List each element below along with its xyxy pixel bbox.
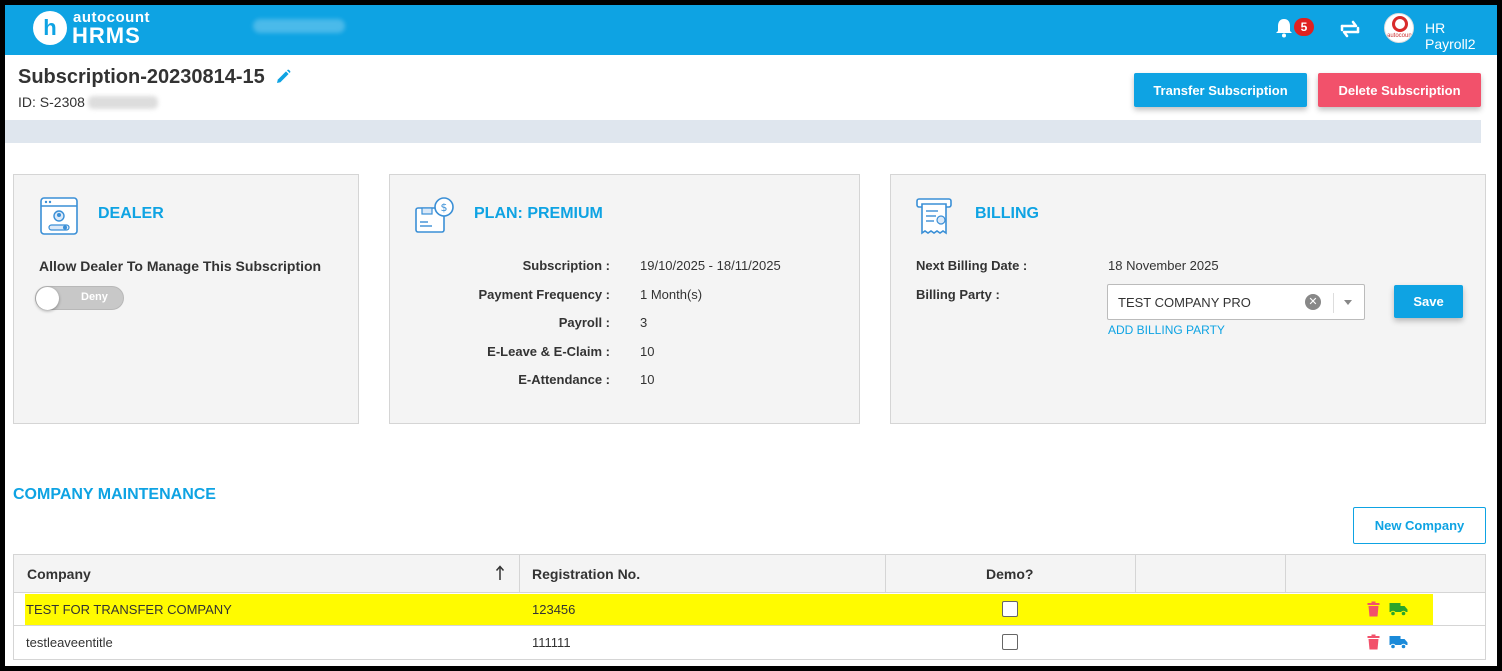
- new-company-button[interactable]: New Company: [1353, 507, 1486, 544]
- plan-frequency-value: 1 Month(s): [640, 287, 703, 302]
- avatar[interactable]: autocount: [1384, 13, 1414, 43]
- table-row[interactable]: TEST FOR TRANSFER COMPANY 123456: [14, 593, 1485, 626]
- subscription-id-redacted: [88, 96, 158, 109]
- toggle-state-text: Deny: [81, 291, 108, 303]
- plan-eleave-value: 10: [640, 344, 655, 359]
- billing-party-selected: TEST COMPANY PRO: [1118, 295, 1251, 310]
- header-divider: [5, 120, 1481, 143]
- logo-icon[interactable]: h: [33, 11, 67, 45]
- notification-badge: 5: [1294, 18, 1314, 36]
- column-divider: [1135, 555, 1136, 593]
- select-separator: [1333, 293, 1334, 313]
- demo-checkbox[interactable]: [1002, 601, 1018, 617]
- plan-frequency-label: Payment Frequency :: [478, 287, 611, 302]
- avatar-logo-icon: [1392, 16, 1408, 32]
- plan-billing-icon: $: [415, 197, 454, 233]
- page-title: Subscription-20230814-15: [18, 66, 265, 88]
- plan-payroll-label: Payroll :: [558, 315, 610, 330]
- table-header: Company Registration No. Demo?: [14, 555, 1485, 593]
- billing-party-label: Billing Party :: [916, 287, 1000, 302]
- chevron-down-icon[interactable]: [1344, 300, 1352, 305]
- plan-card: $ PLAN: PREMIUM Subscription : 19/10/202…: [389, 174, 860, 424]
- plan-subscription-value: 19/10/2025 - 18/11/2025: [640, 258, 781, 273]
- svg-text:$: $: [441, 201, 448, 214]
- dealer-title: DEALER: [98, 205, 164, 222]
- column-header-registration[interactable]: Registration No.: [532, 555, 640, 593]
- row-highlight: [25, 594, 1433, 625]
- bell-icon[interactable]: [1274, 17, 1294, 39]
- save-button[interactable]: Save: [1394, 285, 1463, 318]
- column-header-company[interactable]: Company: [27, 555, 91, 593]
- add-billing-party-link[interactable]: ADD BILLING PARTY: [1108, 323, 1225, 337]
- billing-title: BILLING: [975, 205, 1039, 222]
- column-divider: [519, 555, 520, 593]
- toggle-knob: [36, 287, 59, 310]
- sort-ascending-icon[interactable]: [494, 564, 506, 582]
- allow-dealer-toggle[interactable]: Deny: [35, 286, 124, 310]
- plan-eattendance-label: E-Attendance :: [518, 372, 610, 387]
- clear-icon[interactable]: ✕: [1305, 294, 1321, 310]
- company-name-redacted: [253, 19, 345, 33]
- logo-product: HRMS: [72, 23, 141, 48]
- username[interactable]: HR Payroll2: [1425, 20, 1497, 52]
- company-maintenance-title: COMPANY MAINTENANCE: [13, 486, 216, 503]
- plan-eleave-label: E-Leave & E-Claim :: [487, 344, 610, 359]
- pencil-icon[interactable]: [275, 69, 291, 85]
- trash-icon[interactable]: [1367, 634, 1380, 650]
- next-billing-date-value: 18 November 2025: [1108, 258, 1219, 273]
- column-divider: [1285, 555, 1286, 593]
- table-row[interactable]: testleaveentitle 111111: [14, 626, 1485, 659]
- plan-eattendance-value: 10: [640, 372, 655, 387]
- company-name-cell: TEST FOR TRANSFER COMPANY: [26, 602, 232, 617]
- subscription-id: ID: S-2308: [18, 94, 85, 110]
- trash-icon[interactable]: [1367, 601, 1380, 617]
- top-navigation-bar: h autocount HRMS 5 autocount HR Payroll2: [5, 5, 1497, 55]
- next-billing-date-label: Next Billing Date :: [916, 258, 1028, 273]
- company-table: Company Registration No. Demo? TEST FOR …: [13, 554, 1486, 660]
- app-frame: h autocount HRMS 5 autocount HR Payroll2…: [5, 5, 1497, 666]
- dealer-card: DEALER Allow Dealer To Manage This Subsc…: [13, 174, 359, 424]
- registration-cell: 111111: [532, 635, 571, 650]
- allow-dealer-label: Allow Dealer To Manage This Subscription: [39, 258, 322, 274]
- billing-card: BILLING Next Billing Date : 18 November …: [890, 174, 1486, 424]
- avatar-brand: autocount: [1387, 33, 1414, 39]
- plan-title: PLAN: PREMIUM: [474, 205, 603, 222]
- plan-subscription-label: Subscription :: [522, 258, 610, 273]
- plan-payroll-value: 3: [640, 315, 648, 330]
- column-header-demo[interactable]: Demo?: [986, 555, 1033, 593]
- demo-checkbox[interactable]: [1002, 634, 1018, 650]
- invoice-icon: [916, 198, 952, 235]
- company-name-cell: testleaveentitle: [26, 635, 113, 650]
- registration-cell: 123456: [532, 602, 576, 617]
- billing-party-select[interactable]: TEST COMPANY PRO ✕: [1107, 284, 1365, 320]
- transfer-subscription-button[interactable]: Transfer Subscription: [1134, 73, 1307, 107]
- delete-subscription-button[interactable]: Delete Subscription: [1318, 73, 1481, 107]
- switch-icon[interactable]: [1337, 16, 1363, 42]
- transfer-truck-icon[interactable]: [1389, 601, 1408, 617]
- dealer-profile-icon: [40, 197, 78, 235]
- transfer-truck-icon[interactable]: [1389, 634, 1408, 650]
- column-divider: [885, 555, 886, 593]
